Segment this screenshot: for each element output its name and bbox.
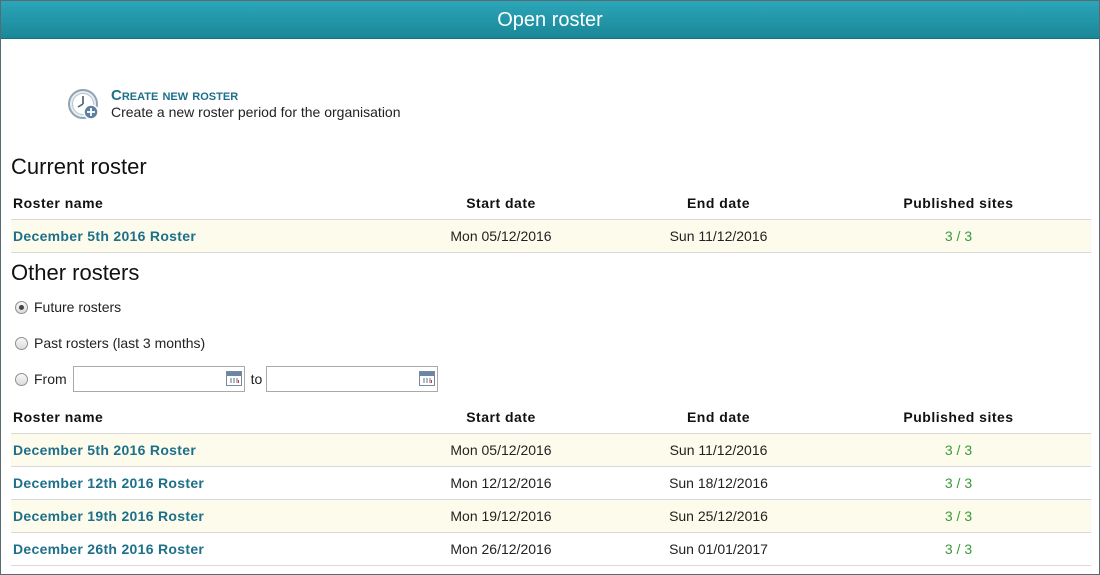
- table-row[interactable]: December 5th 2016 Roster Mon 05/12/2016 …: [11, 219, 1091, 253]
- column-end-date[interactable]: End date: [611, 401, 826, 434]
- end-date-cell: Sun 18/12/2016: [611, 466, 826, 500]
- create-roster-description: Create a new roster period for the organ…: [111, 104, 401, 120]
- roster-name-link[interactable]: December 5th 2016 Roster: [13, 442, 196, 458]
- table-row[interactable]: December 12th 2016 Roster Mon 12/12/2016…: [11, 466, 1091, 500]
- published-sites-cell: 3 / 3: [944, 474, 973, 491]
- start-date-cell: Mon 26/12/2016: [391, 532, 611, 566]
- table-header-row: Roster name Start date End date Publishe…: [11, 187, 1091, 220]
- table-row[interactable]: December 19th 2016 Roster Mon 19/12/2016…: [11, 499, 1091, 533]
- start-date-cell: Mon 19/12/2016: [391, 499, 611, 533]
- start-date-cell: Mon 12/12/2016: [391, 466, 611, 500]
- roster-name-link[interactable]: December 12th 2016 Roster: [13, 475, 204, 491]
- start-date-cell: Mon 05/12/2016: [391, 219, 611, 253]
- roster-name-link[interactable]: December 5th 2016 Roster: [13, 228, 196, 244]
- to-label: to: [250, 371, 263, 387]
- create-new-roster-link[interactable]: Create new roster: [111, 87, 401, 104]
- from-date-input[interactable]: [72, 366, 245, 392]
- column-start-date[interactable]: Start date: [391, 187, 611, 220]
- from-label: From: [34, 371, 67, 387]
- to-date-picker[interactable]: [266, 366, 439, 392]
- published-sites-cell: 3 / 3: [944, 227, 973, 244]
- past-rosters-option[interactable]: Past rosters (last 3 months): [15, 335, 205, 351]
- date-range-radio[interactable]: [15, 372, 28, 386]
- table-header-row: Roster name Start date End date Publishe…: [11, 401, 1091, 434]
- to-date-input[interactable]: [266, 366, 439, 392]
- column-published-sites[interactable]: Published sites: [826, 401, 1091, 434]
- end-date-cell: Sun 01/01/2017: [611, 532, 826, 566]
- future-rosters-label: Future rosters: [34, 299, 122, 315]
- date-range-option[interactable]: From to: [15, 366, 439, 392]
- future-rosters-option[interactable]: Future rosters: [15, 299, 121, 315]
- end-date-cell: Sun 11/12/2016: [611, 219, 826, 253]
- future-rosters-radio[interactable]: [15, 300, 28, 314]
- published-sites-cell: 3 / 3: [944, 540, 973, 557]
- column-roster-name[interactable]: Roster name: [11, 187, 391, 220]
- published-sites-cell: 3 / 3: [944, 441, 973, 458]
- open-roster-window: Open roster Create new roster Create a n…: [0, 0, 1100, 575]
- other-rosters-table: Roster name Start date End date Publishe…: [11, 401, 1091, 566]
- roster-name-link[interactable]: December 26th 2016 Roster: [13, 541, 204, 557]
- window-title: Open roster: [1, 1, 1099, 39]
- column-end-date[interactable]: End date: [611, 187, 826, 220]
- create-roster-block: Create new roster Create a new roster pe…: [67, 85, 401, 123]
- table-row[interactable]: December 26th 2016 Roster Mon 26/12/2016…: [11, 532, 1091, 566]
- end-date-cell: Sun 25/12/2016: [611, 499, 826, 533]
- table-row[interactable]: December 5th 2016 Roster Mon 05/12/2016 …: [11, 433, 1091, 467]
- calendar-icon[interactable]: [225, 371, 242, 386]
- column-published-sites[interactable]: Published sites: [826, 187, 1091, 220]
- past-rosters-radio[interactable]: [15, 336, 28, 350]
- past-rosters-label: Past rosters (last 3 months): [34, 335, 206, 351]
- start-date-cell: Mon 05/12/2016: [391, 433, 611, 467]
- other-rosters-heading: Other rosters: [11, 260, 140, 285]
- published-sites-cell: 3 / 3: [944, 507, 973, 524]
- roster-name-link[interactable]: December 19th 2016 Roster: [13, 508, 204, 524]
- clock-add-icon[interactable]: [67, 87, 101, 121]
- current-roster-table: Roster name Start date End date Publishe…: [11, 187, 1091, 253]
- end-date-cell: Sun 11/12/2016: [611, 433, 826, 467]
- from-date-picker[interactable]: [67, 366, 245, 392]
- column-start-date[interactable]: Start date: [391, 401, 611, 434]
- calendar-icon[interactable]: [419, 371, 436, 386]
- column-roster-name[interactable]: Roster name: [11, 401, 391, 434]
- current-roster-heading: Current roster: [11, 154, 147, 179]
